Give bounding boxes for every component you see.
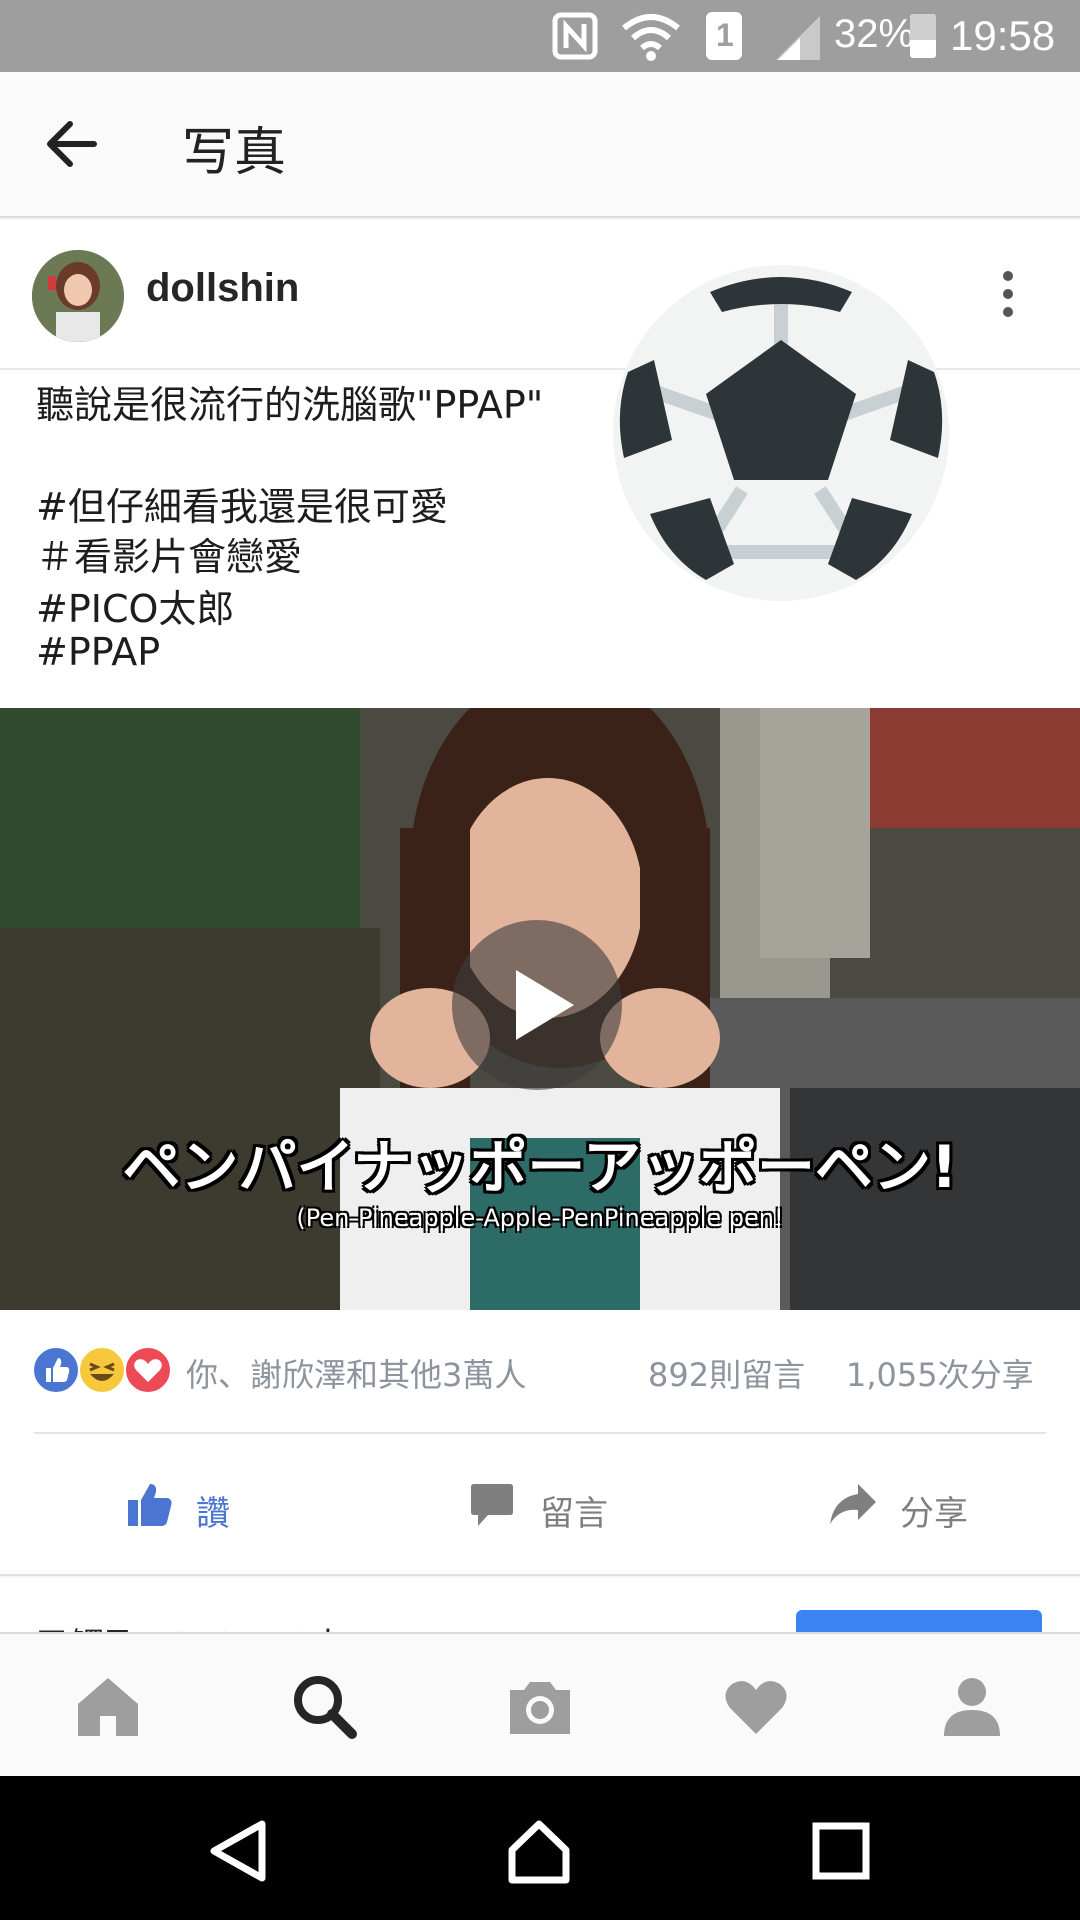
recents-square-icon[interactable] xyxy=(806,1816,876,1886)
like-reaction-icon[interactable] xyxy=(32,1346,80,1394)
caption-line: 聽說是很流行的洗腦歌"PPAP" xyxy=(36,383,544,427)
nfc-icon xyxy=(552,12,598,60)
play-icon xyxy=(516,970,574,1040)
avatar[interactable] xyxy=(32,250,124,342)
bottom-navigation xyxy=(0,1632,1080,1776)
status-bar: 1 32% 19:58 xyxy=(0,0,1080,72)
share-button[interactable]: 分享 xyxy=(828,1476,988,1536)
reaction-names[interactable]: 你、謝欣澤和其他3萬人 xyxy=(186,1350,526,1396)
caption-hashtag[interactable]: #PPAP xyxy=(36,630,160,674)
caption-hashtag[interactable]: ＃看影片會戀愛 xyxy=(36,526,302,581)
like-button[interactable]: 讚 xyxy=(126,1476,266,1536)
share-label: 分享 xyxy=(900,1494,968,1534)
back-arrow-icon[interactable] xyxy=(44,116,100,172)
camera-icon[interactable] xyxy=(504,1670,576,1742)
username[interactable]: dollshin xyxy=(146,266,299,311)
battery-icon xyxy=(910,14,936,58)
wifi-icon xyxy=(622,14,680,61)
boost-post-button[interactable] xyxy=(796,1610,1042,1632)
back-triangle-icon[interactable] xyxy=(204,1816,274,1886)
video-player[interactable]: ペンパイナッポーアッポーペン! (Pen-Pineapple-Apple-Pen… xyxy=(0,708,1080,1310)
love-reaction-icon[interactable] xyxy=(124,1346,172,1394)
page-title: 写真 xyxy=(182,123,287,183)
comment-count[interactable]: 892則留言 xyxy=(648,1350,805,1396)
reach-count: 已觸及1,850,310人 xyxy=(36,1618,345,1632)
post-actions: 讚 留言 分享 xyxy=(0,1434,1080,1576)
sim-card-icon: 1 xyxy=(706,12,742,60)
top-bar: 写真 xyxy=(0,72,1080,218)
profile-icon[interactable] xyxy=(936,1670,1008,1742)
clock: 19:58 xyxy=(950,12,1056,59)
haha-reaction-icon[interactable] xyxy=(78,1346,126,1394)
home-outline-icon[interactable] xyxy=(504,1816,574,1886)
reach-row: 已觸及1,850,310人 xyxy=(0,1578,1080,1632)
share-count[interactable]: 1,055次分享 xyxy=(846,1350,1034,1396)
play-button[interactable] xyxy=(452,920,622,1090)
comment-button[interactable]: 留言 xyxy=(470,1476,630,1536)
reactions-bar: 你、謝欣澤和其他3萬人 892則留言 1,055次分享 xyxy=(0,1310,1080,1436)
like-label: 讚 xyxy=(196,1494,230,1534)
caption-hashtag[interactable]: #PICO太郎 xyxy=(36,578,234,633)
share-arrow-icon xyxy=(830,1484,876,1524)
signal-icon xyxy=(776,16,820,60)
comment-bubble-icon xyxy=(471,1484,513,1526)
video-subtitle-english: (Pen-Pineapple-Apple-PenPineapple pen! xyxy=(296,1204,784,1232)
heart-icon[interactable] xyxy=(720,1670,792,1742)
home-icon[interactable] xyxy=(72,1670,144,1742)
comment-label: 留言 xyxy=(540,1494,608,1534)
soccer-ball-icon xyxy=(613,265,949,601)
video-subtitle: ペンパイナッポーアッポーペン! xyxy=(122,1133,958,1201)
search-icon[interactable] xyxy=(288,1670,360,1742)
system-navigation-bar xyxy=(0,1776,1080,1920)
caption-hashtag[interactable]: #但仔細看我還是很可愛 xyxy=(36,476,448,531)
more-options-icon[interactable] xyxy=(996,268,1020,328)
thumbs-up-icon xyxy=(128,1484,172,1526)
battery-percent: 32% xyxy=(834,12,915,56)
